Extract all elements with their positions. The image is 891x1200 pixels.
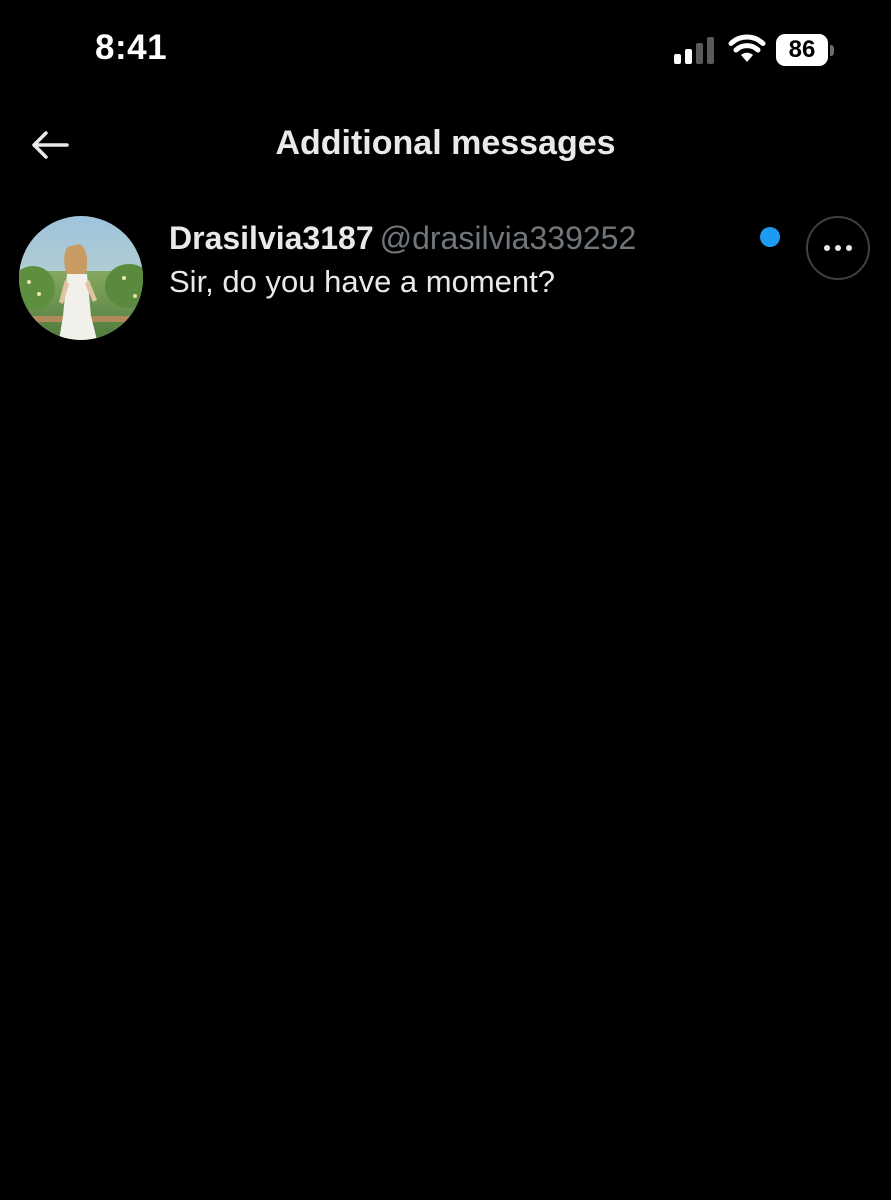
page-title: Additional messages [275,124,616,162]
message-text: Drasilvia3187 @drasilvia339252 Sir, do yo… [169,218,749,302]
battery-cap [830,45,834,56]
signal-icon [674,37,714,64]
message-header: Drasilvia3187 @drasilvia339252 [169,218,749,258]
battery-icon: 86 [776,34,836,66]
battery-level: 86 [788,36,816,63]
display-name[interactable]: Drasilvia3187 [169,220,374,256]
conversation-item[interactable]: Drasilvia3187 @drasilvia339252 Sir, do yo… [0,210,891,350]
avatar-image [19,216,143,340]
message-preview: Sir, do you have a moment? [169,264,556,299]
more-options-button[interactable] [806,216,870,280]
status-time: 8:41 [95,28,168,67]
avatar[interactable] [19,216,143,340]
status-bar: 8:41 86 [0,0,891,100]
user-handle: @drasilvia339252 [379,220,637,256]
wifi-icon [728,34,766,62]
unread-indicator [760,227,780,247]
header: Additional messages [0,110,891,180]
more-horizontal-icon [824,245,852,251]
